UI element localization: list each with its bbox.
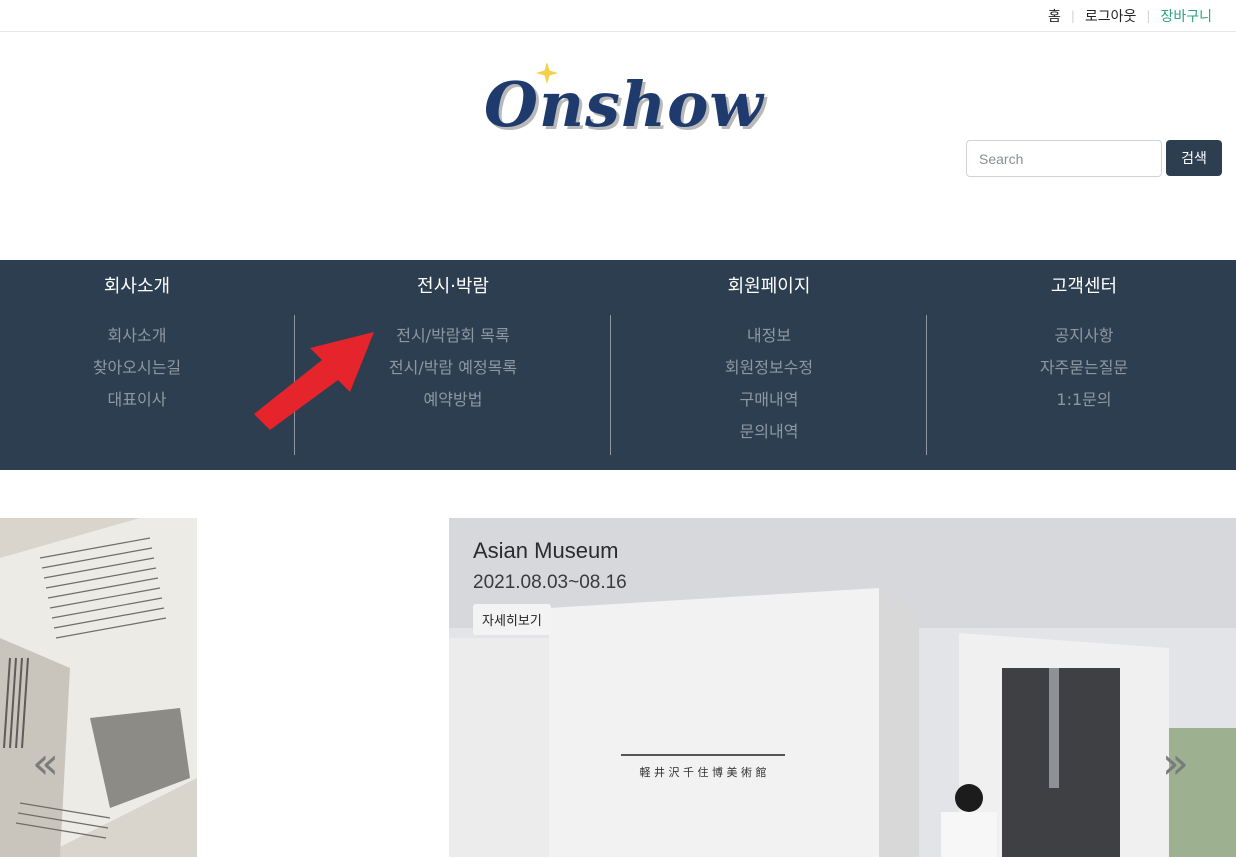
separator: |	[1146, 9, 1151, 23]
search-form: 검색	[966, 140, 1222, 177]
search-button[interactable]: 검색	[1166, 140, 1222, 176]
search-input[interactable]	[966, 140, 1162, 177]
nav-item-inquiry-history[interactable]: 문의내역	[611, 416, 927, 448]
slide-title: Asian Museum	[473, 538, 619, 563]
carousel-prev-icon[interactable]: «	[32, 742, 59, 786]
nav-heading-exhibition[interactable]: 전시·박람	[295, 272, 611, 302]
previous-slide-image	[0, 518, 197, 857]
slide-caption: Asian Museum 2021.08.03~08.16 자세히보기	[473, 538, 627, 635]
svg-text:軽 井 沢 千 住 博 美 術 館: 軽 井 沢 千 住 博 美 術 館	[640, 765, 767, 779]
top-utility-bar: 홈 | 로그아웃 | 장바구니	[0, 0, 1236, 32]
carousel-next-icon[interactable]: »	[1162, 742, 1189, 786]
nav-item-notice[interactable]: 공지사항	[926, 320, 1236, 352]
logo-text: Onshow	[484, 68, 764, 141]
nav-item-edit-member-info[interactable]: 회원정보수정	[611, 352, 927, 384]
slide-date: 2021.08.03~08.16	[473, 572, 627, 593]
book-pages-image	[0, 518, 197, 857]
nav-item-my-info[interactable]: 내정보	[611, 320, 927, 352]
nav-column-member: 회원페이지 내정보 회원정보수정 구매내역 문의내역	[611, 260, 927, 470]
nav-item-one-to-one-inquiry[interactable]: 1:1문의	[926, 384, 1236, 416]
main-navigation: 회사소개 회사소개 찾아오시는길 대표이사 전시·박람 전시/박람회 목록 전시…	[0, 260, 1236, 470]
nav-heading-support[interactable]: 고객센터	[926, 272, 1236, 302]
exhibition-carousel: 軽 井 沢 千 住 博 美 術 館 Asian Museum 2021.08.0…	[0, 518, 1236, 857]
separator: |	[1070, 9, 1075, 23]
nav-column-support: 고객센터 공지사항 자주묻는질문 1:1문의	[926, 260, 1236, 470]
view-details-button[interactable]: 자세히보기	[473, 604, 551, 635]
site-logo[interactable]: Onshow	[478, 62, 768, 142]
nav-heading-company[interactable]: 회사소개	[0, 272, 295, 302]
utility-links: 홈 | 로그아웃 | 장바구니	[1048, 6, 1212, 26]
logout-link[interactable]: 로그아웃	[1085, 6, 1137, 26]
nav-item-purchase-history[interactable]: 구매내역	[611, 384, 927, 416]
red-arrow-icon	[254, 332, 374, 430]
current-slide[interactable]: 軽 井 沢 千 住 博 美 術 館 Asian Museum 2021.08.0…	[449, 518, 1236, 857]
home-link[interactable]: 홈	[1048, 6, 1061, 26]
nav-item-faq[interactable]: 자주묻는질문	[926, 352, 1236, 384]
nav-heading-member[interactable]: 회원페이지	[611, 272, 927, 302]
cart-link[interactable]: 장바구니	[1160, 6, 1212, 26]
